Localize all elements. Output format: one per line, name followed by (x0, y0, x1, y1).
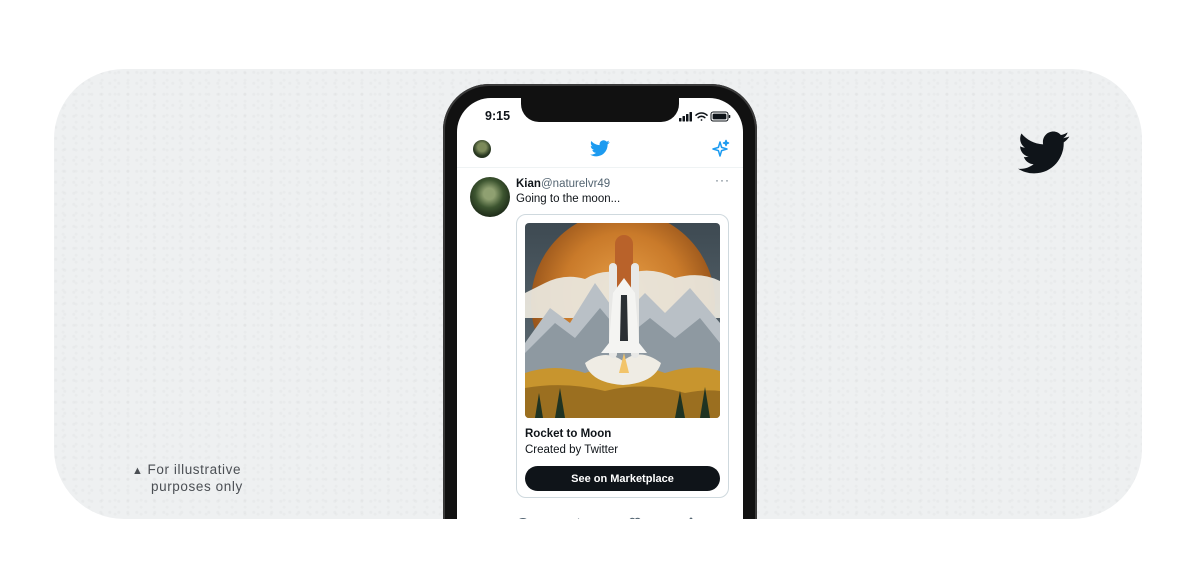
tweet-author-name[interactable]: Kian (516, 178, 541, 190)
tweet-author-handle[interactable]: @naturelvr49 (541, 178, 610, 190)
share-icon[interactable] (684, 516, 698, 519)
more-options-icon[interactable]: ··· (715, 173, 730, 187)
tweet-actions (457, 516, 743, 519)
status-time: 9:15 (485, 109, 511, 123)
signal-icon (679, 112, 692, 122)
phone-viewport: 9:15 Kian @naturelvr49 ··· Going to the … (0, 0, 1200, 519)
reply-icon[interactable] (516, 516, 530, 519)
card-creator: Created by Twitter (525, 444, 619, 456)
retweet-icon[interactable] (571, 516, 585, 519)
battery-icon (710, 111, 731, 122)
like-icon[interactable] (628, 516, 642, 519)
phone-mockup: 9:15 Kian @naturelvr49 ··· Going to the … (443, 84, 757, 519)
see-on-marketplace-button[interactable]: See on Marketplace (525, 466, 720, 491)
profile-avatar[interactable] (473, 140, 491, 158)
wifi-icon (695, 112, 708, 121)
twitter-bird-icon[interactable] (590, 140, 610, 157)
sparkle-icon[interactable] (710, 139, 730, 159)
status-icons (679, 111, 731, 122)
nft-card[interactable]: Rocket to Moon Created by Twitter See on… (516, 214, 729, 498)
card-title: Rocket to Moon (525, 428, 612, 440)
app-header (457, 138, 743, 168)
tweet-author-avatar[interactable] (470, 177, 510, 217)
tweet-text: Going to the moon... (516, 193, 621, 205)
rocket-artwork (525, 223, 720, 418)
phone-screen: 9:15 Kian @naturelvr49 ··· Going to the … (457, 98, 743, 519)
phone-notch (521, 98, 679, 122)
